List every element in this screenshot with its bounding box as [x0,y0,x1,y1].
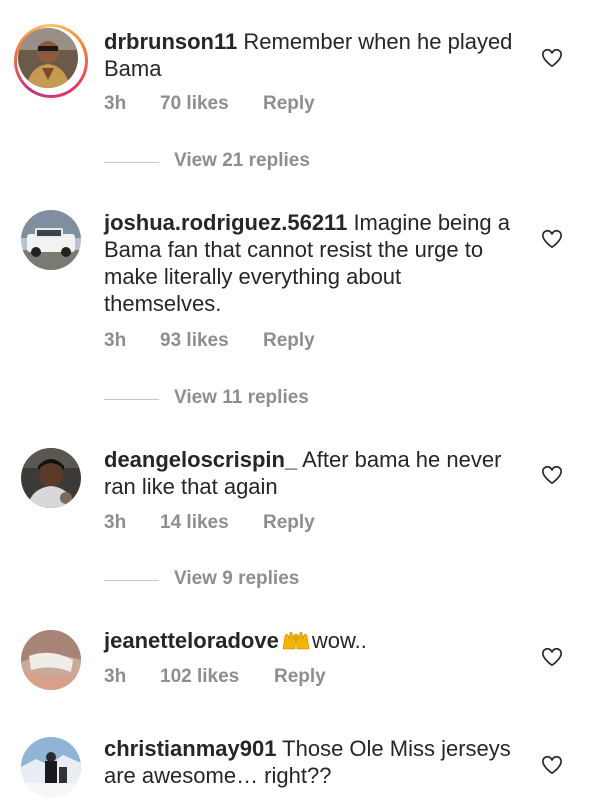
comment-body: christianmay901 Those Ole Miss jerseys a… [104,735,524,789]
comment-username[interactable]: deangeloscrispin_ [104,447,297,472]
avatar[interactable] [21,448,81,508]
comment-username[interactable]: jeanetteloradove [104,628,279,653]
divider [104,580,159,581]
divider [104,399,159,400]
divider [104,162,159,163]
comment-text: wow.. [311,628,367,653]
like-count[interactable]: 14 likes [160,512,229,534]
heart-outline-icon[interactable] [541,464,563,486]
like-count[interactable]: 93 likes [160,330,229,352]
comment-time: 3h [104,93,127,114]
comment-time: 3h [104,330,127,351]
heart-outline-icon[interactable] [541,47,563,69]
comment-meta: 3h 93 likes Reply [104,330,315,352]
heart-outline-icon[interactable] [541,646,563,668]
view-replies-label: View 9 replies [174,568,300,589]
raising-hands-emoji [281,629,311,650]
view-replies-button[interactable]: View 11 replies [104,387,404,411]
reply-button[interactable]: Reply [263,330,315,352]
view-replies-button[interactable]: View 9 replies [104,568,404,592]
comment-time: 3h [104,666,127,687]
comment-body: joshua.rodriguez.56211 Imagine being a B… [104,209,524,317]
comment-body: jeanetteloradove wow.. [104,627,524,654]
like-count[interactable]: 70 likes [160,93,229,115]
avatar[interactable] [21,737,81,797]
view-replies-label: View 21 replies [174,150,310,171]
avatar[interactable] [18,28,78,88]
comment-time: 3h [104,512,127,533]
comment-username[interactable]: joshua.rodriguez.56211 [104,210,347,235]
avatar[interactable] [21,630,81,690]
avatar[interactable] [21,210,81,270]
comment-username[interactable]: christianmay901 [104,736,276,761]
heart-outline-icon[interactable] [541,228,563,250]
like-count[interactable]: 102 likes [160,666,239,688]
reply-button[interactable]: Reply [263,512,315,534]
story-ring[interactable] [14,24,88,98]
heart-outline-icon[interactable] [541,754,563,776]
comment-meta: 3h 102 likes Reply [104,666,326,688]
comment-body: deangeloscrispin_ After bama he never ra… [104,446,524,500]
view-replies-button[interactable]: View 21 replies [104,150,404,174]
comment-username[interactable]: drbrunson11 [104,29,237,54]
reply-button[interactable]: Reply [263,93,315,115]
view-replies-label: View 11 replies [174,387,309,408]
comment-meta: 3h 14 likes Reply [104,512,315,534]
comment-body: drbrunson11 Remember when he played Bama [104,28,524,82]
comment-meta: 3h 70 likes Reply [104,93,315,115]
reply-button[interactable]: Reply [274,666,326,688]
